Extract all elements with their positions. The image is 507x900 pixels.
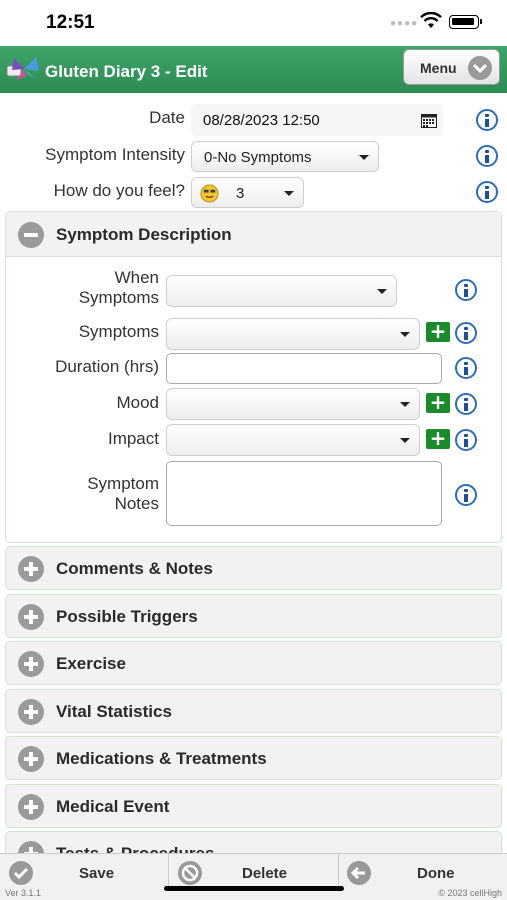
duration-input[interactable]	[166, 353, 442, 384]
section-comments-notes[interactable]: Comments & Notes	[5, 546, 502, 590]
section-title: Medications & Treatments	[56, 749, 267, 768]
section-title: Exercise	[56, 654, 126, 673]
status-time: 12:51	[46, 12, 95, 33]
add-symptom-button[interactable]: +	[426, 321, 450, 342]
intensity-info-icon[interactable]	[476, 145, 498, 167]
date-label: Date	[149, 108, 185, 127]
symptoms-label: Symptoms	[78, 322, 159, 341]
impact-select[interactable]	[166, 424, 420, 456]
collapse-minus-icon	[18, 222, 44, 248]
footer-toolbar: Save Delete Done Ver 3.1.1 © 2023 cellHi…	[0, 853, 507, 900]
impact-label: Impact	[107, 429, 159, 448]
mood-info-icon[interactable]	[455, 393, 477, 415]
add-mood-button[interactable]: +	[426, 392, 450, 413]
save-button[interactable]: Save	[0, 854, 168, 892]
mood-label: Mood	[116, 393, 159, 412]
when-symptoms-label: When Symptoms	[79, 268, 159, 308]
check-icon	[9, 861, 33, 885]
smiley-icon	[200, 184, 219, 203]
menu-button[interactable]: Menu	[403, 49, 500, 85]
version-text: Ver 3.1.1	[5, 888, 42, 898]
caret-down-icon	[284, 190, 294, 196]
notes-label-line1: Symptom	[87, 474, 159, 493]
symptom-notes-textarea[interactable]	[166, 461, 442, 526]
expand-plus-icon	[18, 604, 44, 630]
when-symptoms-info-icon[interactable]	[455, 279, 477, 301]
symptoms-info-icon[interactable]	[455, 322, 477, 344]
notes-label-line2: Notes	[114, 494, 159, 513]
expand-plus-icon	[18, 556, 44, 582]
done-button[interactable]: Done	[339, 854, 507, 892]
caret-down-icon	[400, 438, 410, 443]
feel-label: How do you feel?	[53, 181, 185, 200]
battery-icon	[449, 15, 482, 29]
status-bar: 12:51 ●●●●	[0, 0, 507, 46]
calendar-icon	[421, 114, 437, 128]
section-medications-treatments[interactable]: Medications & Treatments	[5, 736, 502, 780]
section-title: Symptom Description	[56, 225, 232, 244]
section-title: Medical Event	[56, 797, 170, 816]
feel-info-icon[interactable]	[476, 181, 498, 203]
expand-plus-icon	[18, 699, 44, 725]
caret-down-icon	[400, 332, 410, 337]
when-symptoms-select[interactable]	[166, 275, 397, 307]
page-title: Gluten Diary 3 - Edit	[45, 62, 208, 81]
copyright-text: © 2023 cellHigh	[438, 888, 502, 898]
symptoms-select[interactable]	[166, 318, 420, 350]
save-label: Save	[79, 865, 115, 882]
chevron-down-icon	[468, 56, 492, 80]
duration-info-icon[interactable]	[455, 357, 477, 379]
section-vital-statistics[interactable]: Vital Statistics	[5, 689, 502, 733]
when-label-line1: When	[114, 268, 159, 287]
back-arrow-icon	[347, 861, 371, 885]
caret-down-icon	[377, 289, 387, 294]
wifi-icon	[420, 12, 442, 28]
expand-plus-icon	[18, 794, 44, 820]
expand-plus-icon	[18, 746, 44, 772]
home-indicator[interactable]	[164, 886, 344, 891]
menu-button-label: Menu	[420, 60, 457, 76]
date-field[interactable]: 08/28/2023 12:50	[191, 104, 443, 136]
section-medical-event[interactable]: Medical Event	[5, 784, 502, 828]
intensity-select[interactable]: 0-No Symptoms	[191, 141, 379, 172]
section-exercise[interactable]: Exercise	[5, 641, 502, 685]
date-value: 08/28/2023 12:50	[203, 112, 320, 129]
symptom-notes-label: Symptom Notes	[87, 474, 159, 514]
caret-down-icon	[359, 154, 369, 160]
add-impact-button[interactable]: +	[426, 428, 450, 449]
caret-down-icon	[400, 402, 410, 407]
feel-select[interactable]: 3	[191, 177, 304, 208]
date-info-icon[interactable]	[476, 109, 498, 131]
intensity-label: Symptom Intensity	[45, 145, 185, 164]
section-title: Vital Statistics	[56, 702, 172, 721]
duration-label: Duration (hrs)	[55, 357, 159, 376]
intensity-value: 0-No Symptoms	[204, 149, 312, 166]
signal-icon: ●●●●	[390, 18, 419, 29]
section-possible-triggers[interactable]: Possible Triggers	[5, 594, 502, 638]
when-label-line2: Symptoms	[78, 288, 159, 307]
mood-select[interactable]	[166, 388, 420, 420]
delete-label: Delete	[242, 865, 288, 882]
section-title: Possible Triggers	[56, 607, 198, 626]
expand-plus-icon	[18, 651, 44, 677]
butterfly-logo-icon	[6, 57, 39, 80]
done-label: Done	[417, 865, 455, 882]
symptom-description-header[interactable]: Symptom Description	[6, 212, 501, 257]
app-header: Gluten Diary 3 - Edit Menu	[0, 46, 507, 93]
section-title: Comments & Notes	[56, 559, 213, 578]
impact-info-icon[interactable]	[455, 429, 477, 451]
cancel-icon	[178, 861, 202, 885]
feel-value: 3	[236, 185, 245, 202]
notes-info-icon[interactable]	[455, 484, 477, 506]
